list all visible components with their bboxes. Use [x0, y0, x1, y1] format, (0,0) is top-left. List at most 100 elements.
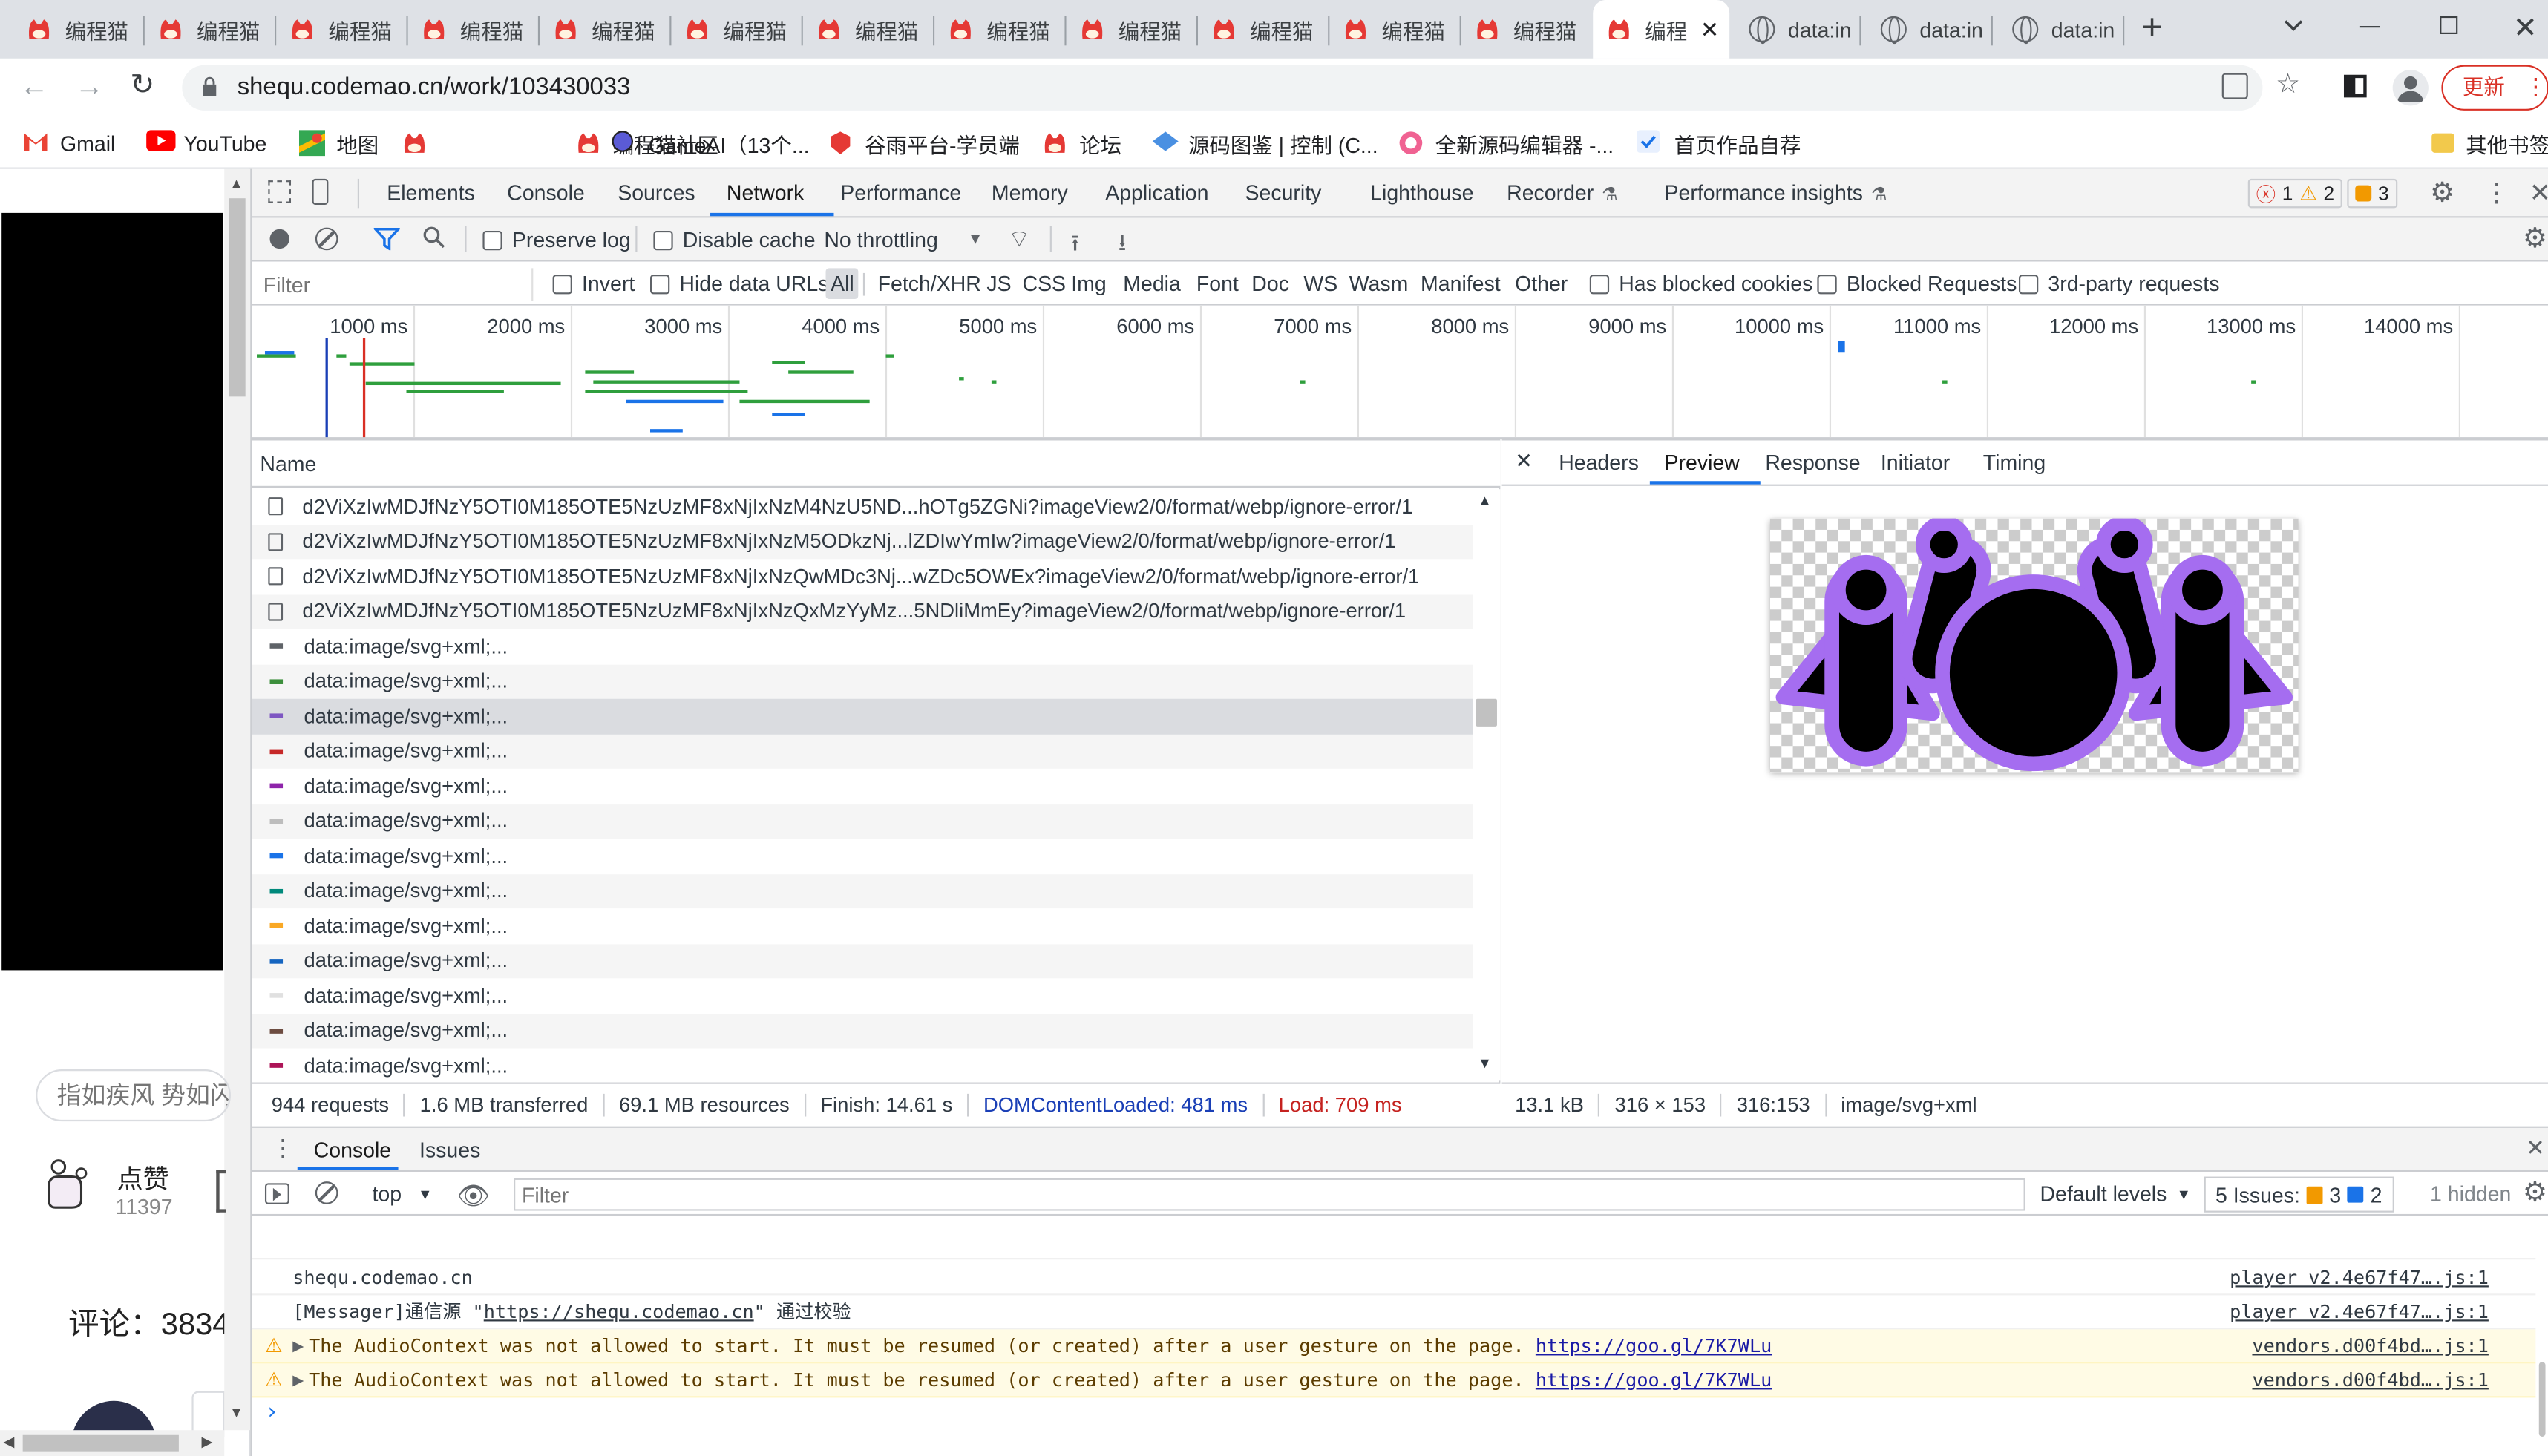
browser-tab[interactable]: 编程猫: [671, 0, 803, 59]
request-row[interactable]: data:image/svg+xml;...: [252, 1013, 1473, 1049]
devtools-tab[interactable]: Recorder ⚗: [1507, 169, 1618, 218]
type-filter-all[interactable]: All: [825, 268, 859, 299]
overview-timeline[interactable]: 1000 ms 2000 ms 3000 ms 4000 ms 5000 ms 6000 …: [252, 305, 2548, 439]
browser-tab[interactable]: 编程猫: [276, 0, 408, 59]
type-filter-fetchxhr[interactable]: Fetch/XHR: [878, 268, 981, 299]
context-select[interactable]: top ▼: [373, 1181, 433, 1206]
type-filter-other[interactable]: Other: [1515, 268, 1568, 299]
devtools-tab[interactable]: Elements: [387, 169, 475, 218]
console-source-link[interactable]: player_v2.4e67f47….js:1: [2230, 1266, 2489, 1289]
type-filter-img[interactable]: Img: [1071, 268, 1106, 299]
scroll-down-icon[interactable]: ▼: [229, 1404, 244, 1420]
preserve-log-box[interactable]: [482, 229, 502, 250]
devtools-tab[interactable]: Security: [1245, 169, 1322, 218]
type-filter-ws[interactable]: WS: [1303, 268, 1337, 299]
browser-tab[interactable]: 编程猫: [145, 0, 277, 59]
devtools-tab[interactable]: Network: [727, 169, 804, 218]
third-party-box[interactable]: [2018, 274, 2039, 294]
browser-tab[interactable]: data:in: [1729, 0, 1861, 59]
profile-avatar[interactable]: [2392, 70, 2429, 106]
record-icon[interactable]: [269, 229, 289, 249]
request-row[interactable]: data:image/svg+xml;...: [252, 873, 1473, 909]
scroll-thumb[interactable]: [229, 198, 246, 397]
network-conditions-icon[interactable]: ⌔: [1008, 224, 1031, 255]
clear-icon[interactable]: [315, 227, 338, 251]
rows-scroll-up-icon[interactable]: ▲: [1478, 493, 1493, 509]
drawer-tab-issues[interactable]: Issues: [419, 1128, 480, 1172]
request-row[interactable]: d2ViXzIwMDJfNzY5OTI0M185OTE5NzUzMF8xNjIx…: [252, 524, 1473, 560]
live-expression-icon[interactable]: 👁: [456, 1180, 489, 1213]
type-filter-manifest[interactable]: Manifest: [1421, 268, 1501, 299]
browser-tab[interactable]: data:in: [1993, 0, 2125, 59]
device-toolbar-icon[interactable]: [312, 178, 329, 205]
browser-tab[interactable]: 编程猫: [13, 0, 145, 59]
request-row[interactable]: data:image/svg+xml;...: [252, 839, 1473, 874]
bookmark-item[interactable]: 地图: [298, 127, 379, 160]
close-devtools-icon[interactable]: ✕: [2529, 177, 2548, 210]
tab-search-icon[interactable]: [2282, 15, 2305, 38]
browser-tab[interactable]: 编程猫: [934, 0, 1067, 59]
request-row[interactable]: data:image/svg+xml;...: [252, 978, 1473, 1014]
blocked-requests-box[interactable]: [1817, 274, 1837, 294]
disable-cache-box[interactable]: [653, 229, 673, 250]
inspect-icon[interactable]: [268, 180, 292, 203]
sidepanel-icon[interactable]: [2343, 74, 2367, 98]
request-row[interactable]: data:image/svg+xml;...: [252, 698, 1473, 734]
forward-icon[interactable]: →: [75, 70, 104, 104]
video-player[interactable]: [1, 212, 223, 971]
bookmark-item[interactable]: 论坛: [1042, 127, 1121, 160]
request-row[interactable]: data:image/svg+xml;...: [252, 908, 1473, 944]
invert-box[interactable]: [552, 274, 572, 294]
type-filter-media[interactable]: Media: [1123, 268, 1181, 299]
star-icon[interactable]: ☆: [2276, 68, 2300, 101]
close-window-icon[interactable]: ✕: [2513, 11, 2538, 45]
browser-tab[interactable]: 编程猫: [1329, 0, 1461, 59]
expand-triangle-icon[interactable]: ▶: [292, 1371, 304, 1388]
request-row[interactable]: data:image/svg+xml;...: [252, 629, 1473, 664]
type-filter-font[interactable]: Font: [1196, 268, 1239, 299]
third-party-checkbox[interactable]: 3rd-party requests: [2018, 272, 2219, 296]
disable-cache-checkbox[interactable]: Disable cache: [653, 228, 816, 252]
type-filter-js[interactable]: JS: [986, 268, 1011, 299]
restore-icon[interactable]: [2440, 16, 2458, 34]
issues-counter[interactable]: 3: [2347, 178, 2397, 209]
request-row[interactable]: data:image/svg+xml;...: [252, 733, 1473, 769]
console-source-link[interactable]: vendors.d00f4bd….js:1: [2252, 1334, 2488, 1357]
export-har-icon[interactable]: ⭳: [1119, 226, 1127, 265]
bookmark-item[interactable]: 全新源码编辑器 -...: [1398, 127, 1614, 160]
throttling-select[interactable]: No throttling ▼: [824, 228, 983, 252]
request-row[interactable]: data:image/svg+xml;...: [252, 803, 1473, 839]
back-icon[interactable]: ←: [19, 70, 48, 104]
lock-icon[interactable]: [202, 76, 218, 96]
close-drawer-icon[interactable]: ✕: [2526, 1135, 2545, 1162]
console-filter-input[interactable]: [514, 1178, 2025, 1211]
bookmark-item[interactable]: YouTube: [146, 127, 266, 160]
console-source-link[interactable]: player_v2.4e67f47….js:1: [2230, 1300, 2489, 1323]
expand-triangle-icon[interactable]: ▶: [292, 1337, 304, 1354]
message-link[interactable]: https://shequ.codemao.cn: [484, 1300, 754, 1323]
request-row[interactable]: data:image/svg+xml;...: [252, 943, 1473, 979]
new-tab-button[interactable]: +: [2132, 9, 2172, 49]
request-row[interactable]: d2ViXzIwMDJfNzY5OTI0M185OTE5NzUzMF8xNjIx…: [252, 559, 1473, 594]
other-bookmarks[interactable]: 其他书签: [2431, 127, 2548, 160]
type-filter-css[interactable]: CSS: [1023, 268, 1067, 299]
bookmark-item[interactable]: 谷雨平台-学员端: [828, 127, 1020, 160]
bookmark-item[interactable]: 源码图鉴 | 控制 (C...: [1151, 127, 1378, 160]
devtools-tab[interactable]: Performance: [840, 169, 961, 218]
bookmark-item[interactable]: 首页作品自荐: [1637, 127, 1801, 160]
detail-tab-response[interactable]: Response: [1765, 439, 1860, 486]
close-tab-icon[interactable]: ✕: [1700, 16, 1720, 43]
bookmark-item[interactable]: Gmail: [23, 127, 115, 160]
minimize-icon[interactable]: [2359, 26, 2380, 28]
message-link[interactable]: https://goo.gl/7K7WLu: [1536, 1368, 1772, 1391]
console-issues-counter[interactable]: 5 Issues: 3 2: [2204, 1176, 2394, 1213]
network-settings-icon[interactable]: ⚙: [2523, 223, 2547, 255]
rows-scrollbar[interactable]: [1473, 489, 1501, 1081]
drawer-menu-icon[interactable]: ⋮: [272, 1135, 295, 1162]
search-icon[interactable]: [422, 226, 445, 249]
browser-tab[interactable]: 编程猫: [408, 0, 540, 59]
devtools-tab[interactable]: Console: [507, 169, 584, 218]
preserve-log-checkbox[interactable]: Preserve log: [482, 228, 631, 252]
devtools-tab[interactable]: Lighthouse: [1370, 169, 1473, 218]
hscroll-right-icon[interactable]: ▶: [202, 1434, 213, 1452]
